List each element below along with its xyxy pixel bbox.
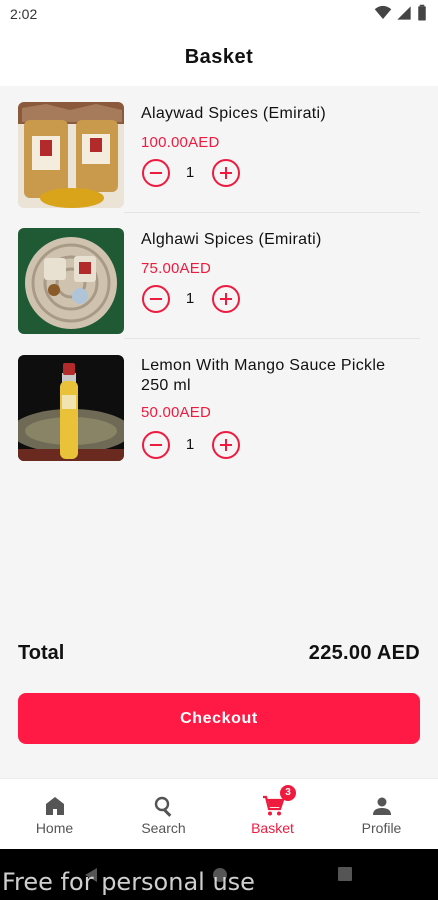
nav-item-basket[interactable]: 3 Basket bbox=[218, 779, 327, 850]
basket-item: Lemon With Mango Sauce Pickle 250 ml 50.… bbox=[0, 338, 438, 468]
status-icons bbox=[374, 4, 428, 22]
minus-icon bbox=[150, 172, 162, 174]
qty-value: 1 bbox=[185, 164, 195, 181]
qty-value: 1 bbox=[185, 290, 195, 307]
product-name: Alaywad Spices (Emirati) bbox=[141, 105, 327, 122]
qty-value: 1 bbox=[185, 436, 195, 453]
watermark-text: Free for personal use bbox=[2, 868, 255, 896]
nav-item-profile[interactable]: Profile bbox=[327, 779, 436, 850]
total-value: 225.00 AED bbox=[308, 642, 420, 664]
recents-icon[interactable] bbox=[338, 867, 352, 881]
nav-label-home: Home bbox=[35, 820, 74, 836]
status-bar: 2:02 bbox=[0, 0, 438, 28]
person-icon bbox=[372, 797, 391, 815]
page-title: Basket bbox=[184, 45, 254, 68]
product-price: 50.00AED bbox=[141, 404, 211, 421]
nav-label-basket: Basket bbox=[251, 820, 294, 836]
increase-qty-button[interactable] bbox=[212, 431, 240, 459]
product-name: Alghawi Spices (Emirati) bbox=[141, 231, 322, 248]
minus-icon bbox=[150, 298, 162, 300]
basket-item: Alaywad Spices (Emirati) 100.00AED 1 bbox=[0, 86, 438, 213]
signal-icon bbox=[397, 6, 411, 20]
status-time: 2:02 bbox=[10, 6, 38, 22]
home-icon bbox=[45, 797, 64, 815]
decrease-qty-button[interactable] bbox=[142, 431, 170, 459]
product-image[interactable] bbox=[18, 355, 124, 461]
plus-icon bbox=[220, 293, 232, 305]
increase-qty-button[interactable] bbox=[212, 285, 240, 313]
plus-icon bbox=[220, 167, 232, 179]
checkout-button[interactable]: Checkout bbox=[18, 693, 420, 744]
basket-item: Alghawi Spices (Emirati) 75.00AED 1 bbox=[0, 212, 438, 339]
battery-icon bbox=[418, 4, 426, 21]
product-name: Lemon With Mango Sauce Pickle 250 ml bbox=[141, 357, 386, 394]
total-label: Total bbox=[18, 642, 65, 664]
total-row: Total 225.00 AED bbox=[18, 642, 420, 670]
app-header: Basket bbox=[0, 28, 438, 86]
nav-label-profile: Profile bbox=[361, 820, 402, 836]
increase-qty-button[interactable] bbox=[212, 159, 240, 187]
decrease-qty-button[interactable] bbox=[142, 285, 170, 313]
nav-item-search[interactable]: Search bbox=[109, 779, 218, 850]
bottom-nav: Home Search 3 Basket Profile bbox=[0, 778, 438, 849]
decrease-qty-button[interactable] bbox=[142, 159, 170, 187]
wifi-icon bbox=[374, 5, 392, 19]
product-image[interactable] bbox=[18, 228, 124, 334]
cart-count-badge: 3 bbox=[280, 785, 296, 801]
search-icon bbox=[154, 796, 171, 817]
nav-item-home[interactable]: Home bbox=[0, 779, 109, 850]
nav-label-search: Search bbox=[141, 820, 186, 836]
plus-icon bbox=[220, 439, 232, 451]
product-price: 75.00AED bbox=[141, 260, 211, 277]
product-price: 100.00AED bbox=[141, 134, 220, 151]
product-image[interactable] bbox=[18, 102, 124, 208]
minus-icon bbox=[150, 444, 162, 446]
